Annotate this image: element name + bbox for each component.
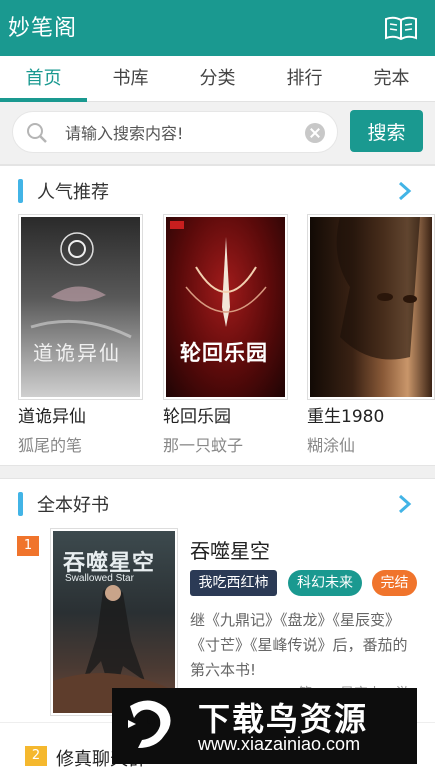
book-title[interactable]: 吞噬星空 <box>190 535 270 564</box>
section-accent-bar <box>18 492 23 516</box>
cover-art <box>30 232 132 339</box>
tab-completed[interactable]: 完本 <box>348 56 435 102</box>
search-button[interactable]: 搜索 <box>350 110 423 152</box>
section-accent-bar <box>18 179 23 203</box>
book-cover[interactable]: 轮回乐园 <box>163 214 288 400</box>
book-cover[interactable] <box>307 214 435 400</box>
clear-icon[interactable] <box>305 123 325 143</box>
search-icon <box>27 123 47 143</box>
cover-art <box>336 217 420 360</box>
watermark-banner: 下载鸟资源 www.xiazainiao.com <box>112 688 417 764</box>
book-description: 继《九鼎记》《盘龙》《星辰变》《寸芒》《星峰传说》后，番茄的第六本书! <box>190 611 408 679</box>
genre-tag[interactable]: 科幻未来 <box>288 570 362 596</box>
search-bar: 搜索 <box>0 102 435 164</box>
book-title[interactable]: 道诡异仙 <box>18 402 86 427</box>
top-app-bar: 妙笔阁 <box>0 0 435 56</box>
book-author: 那一只蚊子 <box>163 436 244 455</box>
app-title: 妙笔阁 <box>8 16 78 41</box>
bird-logo-icon <box>128 700 171 748</box>
complete-section-header: 全本好书 <box>0 479 435 529</box>
tab-home[interactable]: 首页 <box>0 56 87 102</box>
status-tag: 完结 <box>372 570 417 596</box>
book-title[interactable]: 重生1980 <box>307 402 384 427</box>
book-title[interactable]: 轮回乐园 <box>163 402 231 427</box>
rank-badge: 2 <box>25 746 47 766</box>
book-cover[interactable]: 道诡异仙 <box>18 214 143 400</box>
tab-ranking[interactable]: 排行 <box>261 56 348 102</box>
cover-art <box>170 221 267 327</box>
book-author: 糊涂仙 <box>307 436 356 455</box>
rank-badge: 1 <box>17 536 39 556</box>
book-author: 狐尾的笔 <box>18 436 83 455</box>
tab-library[interactable]: 书库 <box>87 56 174 102</box>
cover-title: 道诡异仙 <box>33 341 121 365</box>
section-title: 人气推荐 <box>37 182 109 203</box>
search-box <box>12 111 338 153</box>
cover-title: 轮回乐园 <box>180 341 268 365</box>
cover-subtitle: Swallowed Star <box>65 573 134 584</box>
section-divider <box>0 465 435 479</box>
nav-tabs: 首页 书库 分类 排行 完本 <box>0 56 435 102</box>
search-input[interactable] <box>65 120 295 146</box>
popular-section-header: 人气推荐 <box>0 166 435 216</box>
author-tag[interactable]: 我吃西红柿 <box>190 570 277 596</box>
watermark-url: www.xiazainiao.com <box>198 734 361 754</box>
section-title: 全本好书 <box>37 495 109 516</box>
chevron-right-icon[interactable] <box>396 180 414 202</box>
chevron-right-icon[interactable] <box>396 493 414 515</box>
open-book-icon[interactable] <box>384 14 418 42</box>
tab-categories[interactable]: 分类 <box>174 56 261 102</box>
